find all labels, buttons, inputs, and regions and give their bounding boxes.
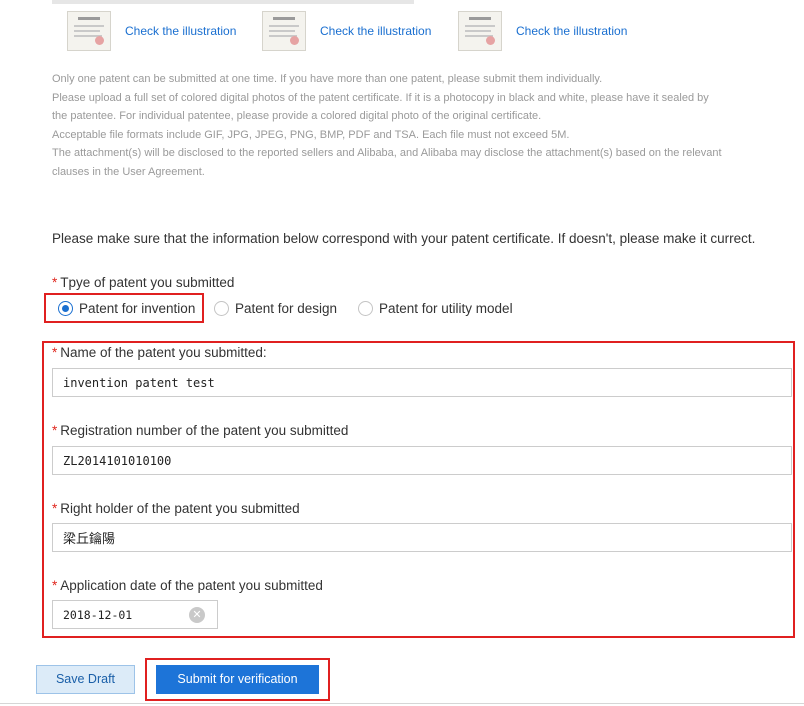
required-mark: *: [52, 423, 58, 438]
radio-label: Patent for utility model: [379, 301, 513, 316]
illustration-row: Check the illustration Check the illustr…: [0, 8, 804, 54]
patent-name-label: * Name of the patent you submitted:: [52, 345, 267, 360]
illustration-1: Check the illustration: [67, 8, 236, 54]
illustration-2: Check the illustration: [262, 8, 431, 54]
radio-patent-invention[interactable]: Patent for invention: [58, 301, 195, 316]
note-line: clauses in the User Agreement.: [52, 165, 205, 178]
required-mark: *: [52, 578, 58, 593]
registration-number-input[interactable]: [52, 446, 792, 475]
patent-name-input[interactable]: [52, 368, 792, 397]
top-divider: [52, 0, 414, 4]
upload-notes: Only one patent can be submitted at one …: [52, 70, 802, 181]
radio-label: Patent for invention: [79, 301, 196, 316]
right-holder-label: * Right holder of the patent you submitte…: [52, 501, 300, 516]
check-illustration-link[interactable]: Check the illustration: [125, 24, 236, 38]
application-date-input[interactable]: 2018-12-01 ✕: [52, 600, 218, 629]
check-illustration-link[interactable]: Check the illustration: [320, 24, 431, 38]
required-mark: *: [52, 501, 58, 516]
submit-for-verification-button[interactable]: Submit for verification: [156, 665, 319, 694]
radio-label: Patent for design: [235, 301, 338, 316]
application-date-label: * Application date of the patent you subm…: [52, 578, 323, 593]
certificate-thumbnail[interactable]: [262, 11, 306, 51]
note-line: Acceptable file formats include GIF, JPG…: [52, 128, 570, 141]
registration-number-label-text: Registration number of the patent you su…: [60, 423, 349, 438]
radio-patent-utility-model[interactable]: Patent for utility model: [358, 301, 513, 316]
certificate-thumbnail[interactable]: [458, 11, 502, 51]
radio-patent-design[interactable]: Patent for design: [214, 301, 337, 316]
patent-type-label: * Tpye of patent you submitted: [52, 275, 234, 290]
radio-unselected-icon: [214, 301, 229, 316]
note-line: Only one patent can be submitted at one …: [52, 73, 603, 85]
required-mark: *: [52, 275, 58, 290]
note-line: The attachment(s) will be disclosed to t…: [52, 147, 722, 159]
check-illustration-link[interactable]: Check the illustration: [516, 24, 627, 38]
illustration-3: Check the illustration: [458, 8, 627, 54]
note-line: Please upload a full set of colored digi…: [52, 91, 709, 104]
application-date-value: 2018-12-01: [63, 608, 133, 622]
patent-name-label-text: Name of the patent you submitted:: [60, 345, 267, 360]
patent-type-label-text: Tpye of patent you submitted: [60, 275, 235, 290]
right-holder-label-text: Right holder of the patent you submitted: [60, 501, 300, 516]
note-line: the patentee. For individual patentee, p…: [52, 110, 542, 122]
required-mark: *: [52, 345, 58, 360]
radio-selected-icon: [58, 301, 73, 316]
right-holder-input[interactable]: [52, 523, 792, 552]
radio-unselected-icon: [358, 301, 373, 316]
bottom-divider: [0, 703, 804, 704]
application-date-label-text: Application date of the patent you submi…: [60, 578, 323, 593]
save-draft-button[interactable]: Save Draft: [36, 665, 135, 694]
certificate-thumbnail[interactable]: [67, 11, 111, 51]
clear-icon[interactable]: ✕: [189, 607, 205, 623]
form-intro-text: Please make sure that the information be…: [52, 231, 756, 246]
registration-number-label: * Registration number of the patent you s…: [52, 423, 348, 438]
